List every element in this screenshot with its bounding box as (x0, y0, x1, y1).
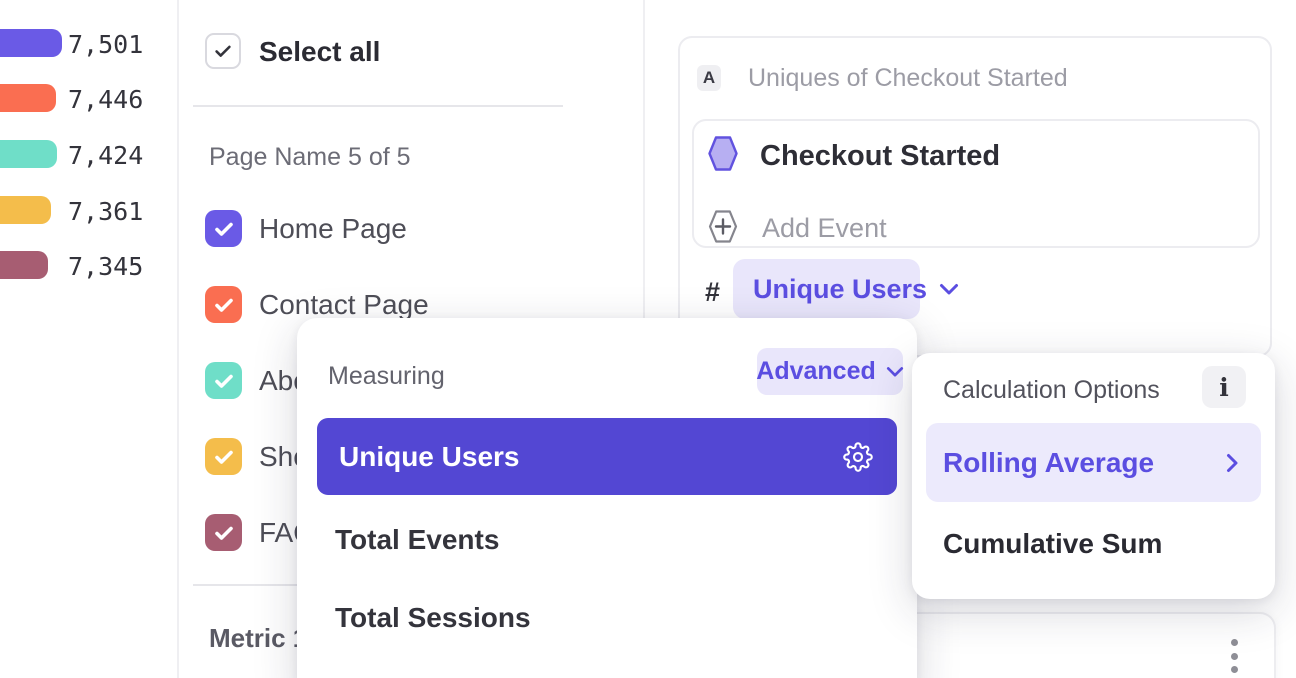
menu-option-total-sessions[interactable]: Total Sessions (317, 596, 897, 640)
checked-checkbox[interactable] (205, 362, 242, 399)
select-all-checkbox[interactable] (205, 33, 241, 69)
add-event-icon (707, 209, 739, 249)
calc-option-label: Cumulative Sum (943, 528, 1162, 560)
checkmark-icon (212, 521, 236, 545)
metric-title-placeholder[interactable]: Uniques of Checkout Started (748, 65, 1068, 91)
group-by-label: Page Name 5 of 5 (209, 143, 411, 172)
legend-value: 7,446 (68, 85, 143, 114)
checked-checkbox[interactable] (205, 210, 242, 247)
calc-option-cumulative-sum[interactable]: Cumulative Sum (926, 521, 1261, 567)
analytics-screen: 7,501 7,446 7,424 7,361 7,345 Select all… (0, 0, 1296, 678)
menu-option-unique-users[interactable]: Unique Users (317, 418, 897, 495)
calculation-options-menu: Calculation Options i Rolling Average Cu… (912, 353, 1275, 599)
chevron-down-icon (886, 366, 904, 378)
event-card: Checkout Started Add Event (692, 119, 1260, 248)
gear-icon[interactable] (843, 442, 873, 472)
calc-option-rolling-average[interactable]: Rolling Average (926, 423, 1261, 502)
filter-row-label: Home Page (259, 213, 407, 245)
add-event-label[interactable]: Add Event (762, 213, 887, 244)
query-builder-card: A Uniques of Checkout Started Checkout S… (678, 36, 1272, 357)
info-icon[interactable]: i (1202, 366, 1246, 408)
kebab-menu-icon[interactable] (1224, 639, 1244, 673)
legend-swatch-bar (0, 140, 57, 168)
measured-as-value: Unique Users (753, 274, 927, 305)
measuring-menu: Measuring Advanced Unique Users Total Ev… (297, 318, 917, 678)
checkmark-icon (212, 40, 234, 62)
legend-value: 7,501 (68, 30, 143, 59)
event-hexagon-icon (707, 135, 739, 177)
checkmark-icon (212, 217, 236, 241)
checked-checkbox[interactable] (205, 514, 242, 551)
legend-swatch-bar (0, 251, 48, 279)
checkmark-icon (212, 445, 236, 469)
chevron-right-icon (1226, 453, 1239, 473)
event-name[interactable]: Checkout Started (760, 140, 1000, 173)
legend-value: 7,345 (68, 252, 143, 281)
divider (177, 0, 179, 678)
advanced-mode-label: Advanced (756, 357, 875, 386)
filter-row-home-page[interactable]: Home Page (205, 210, 635, 248)
measured-as-dropdown[interactable]: Unique Users (733, 259, 920, 319)
select-all-label: Select all (259, 36, 380, 68)
legend-swatch-bar (0, 84, 56, 112)
legend-swatch-bar (0, 196, 51, 224)
menu-option-total-events[interactable]: Total Events (317, 518, 897, 562)
calculation-options-title: Calculation Options (943, 376, 1160, 405)
filter-row-label: Contact Page (259, 289, 429, 321)
checked-checkbox[interactable] (205, 286, 242, 323)
advanced-mode-dropdown[interactable]: Advanced (757, 348, 903, 395)
menu-option-label: Total Sessions (335, 602, 531, 634)
legend-value: 7,424 (68, 141, 143, 170)
legend-value: 7,361 (68, 197, 143, 226)
checkmark-icon (212, 293, 236, 317)
legend-swatch-bar (0, 29, 62, 57)
divider (193, 105, 563, 107)
measure-hash-label: # (705, 277, 720, 308)
chevron-down-icon (939, 283, 959, 296)
metric-badge[interactable]: A (697, 65, 721, 91)
measuring-menu-title: Measuring (328, 362, 445, 391)
menu-option-label: Unique Users (339, 441, 520, 473)
menu-option-label: Total Events (335, 524, 499, 556)
metric-section-label: Metric 1 (209, 623, 307, 654)
checkmark-icon (212, 369, 236, 393)
checked-checkbox[interactable] (205, 438, 242, 475)
calc-option-label: Rolling Average (943, 447, 1154, 479)
